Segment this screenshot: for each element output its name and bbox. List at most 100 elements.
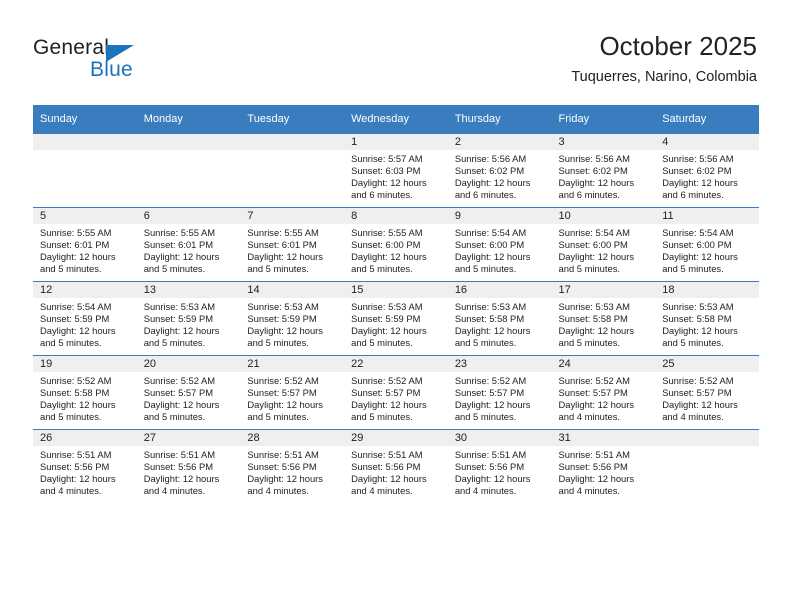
calendar-day-cell[interactable]: 23 Sunrise: 5:52 AM Sunset: 5:57 PM Dayligh… [447, 355, 552, 430]
weekday-header-thursday: Thursday [447, 105, 552, 134]
calendar-week-row: 1 Sunrise: 5:57 AM Sunset: 6:03 PM Daylight… [33, 133, 759, 208]
calendar-day-cell[interactable]: 2 Sunrise: 5:56 AM Sunset: 6:02 PM Daylight… [447, 133, 552, 208]
sunrise-text: Sunrise: 5:56 AM [454, 153, 527, 164]
calendar-day-cell[interactable]: 21 Sunrise: 5:52 AM Sunset: 5:57 PM Dayligh… [240, 355, 345, 430]
calendar-grid: Sunday Monday Tuesday Wednesday Thursday… [33, 105, 759, 503]
calendar-day-cell[interactable]: 16 Sunrise: 5:53 AM Sunset: 5:58 PM Dayligh… [447, 281, 552, 356]
calendar-day-cell[interactable]: 4 Sunrise: 5:56 AM Sunset: 6:02 PM Daylight… [655, 133, 759, 208]
day-number: 28 [240, 430, 345, 446]
sunset-text: Sunset: 5:56 PM [40, 461, 110, 473]
day-details [137, 150, 241, 153]
calendar-day-cell[interactable]: 19 Sunrise: 5:52 AM Sunset: 5:58 PM Dayligh… [33, 355, 137, 430]
day-number: 1 [344, 134, 448, 150]
daylight-text: Daylight: 12 hours and 6 minutes. [454, 177, 531, 201]
sunset-text: Sunset: 5:56 PM [143, 461, 214, 473]
sunrise-text: Sunrise: 5:53 AM [454, 301, 527, 312]
calendar-day-cell[interactable]: 6 Sunrise: 5:55 AM Sunset: 6:01 PM Daylight… [136, 207, 241, 282]
day-details: Sunrise: 5:52 AM Sunset: 5:57 PM Daylight:… [344, 372, 448, 423]
page-title: October 2025 [599, 31, 757, 61]
day-number: 3 [551, 134, 656, 150]
calendar-day-cell[interactable]: 17 Sunrise: 5:53 AM Sunset: 5:58 PM Dayligh… [551, 281, 656, 356]
calendar-day-cell[interactable]: 12 Sunrise: 5:54 AM Sunset: 5:59 PM Dayligh… [33, 281, 137, 356]
daylight-text: Daylight: 12 hours and 5 minutes. [558, 251, 635, 275]
calendar-day-cell[interactable]: 9 Sunrise: 5:54 AM Sunset: 6:00 PM Daylight… [447, 207, 552, 282]
calendar-day-cell[interactable]: 11 Sunrise: 5:54 AM Sunset: 6:00 PM Dayligh… [655, 207, 759, 282]
daylight-text: Daylight: 12 hours and 5 minutes. [247, 399, 323, 423]
calendar-day-cell[interactable]: 31 Sunrise: 5:51 AM Sunset: 5:56 PM Dayligh… [551, 429, 656, 503]
calendar-day-cell[interactable]: 5 Sunrise: 5:55 AM Sunset: 6:01 PM Daylight… [33, 207, 137, 282]
sunset-text: Sunset: 5:57 PM [143, 387, 214, 399]
sunrise-text: Sunrise: 5:51 AM [247, 449, 319, 460]
calendar-week-row: 26 Sunrise: 5:51 AM Sunset: 5:56 PM Dayligh… [33, 429, 759, 503]
day-number: 13 [136, 282, 241, 298]
daylight-text: Daylight: 12 hours and 5 minutes. [662, 325, 738, 349]
calendar-day-cell[interactable]: 29 Sunrise: 5:51 AM Sunset: 5:56 PM Dayligh… [344, 429, 448, 503]
sunset-text: Sunset: 6:00 PM [454, 239, 525, 251]
calendar-day-cell[interactable]: 25 Sunrise: 5:52 AM Sunset: 5:57 PM Dayligh… [655, 355, 759, 430]
calendar-day-cell[interactable]: 10 Sunrise: 5:54 AM Sunset: 6:00 PM Dayligh… [551, 207, 656, 282]
calendar-day-cell[interactable]: 8 Sunrise: 5:55 AM Sunset: 6:00 PM Daylight… [344, 207, 448, 282]
sunrise-text: Sunrise: 5:51 AM [143, 449, 216, 460]
calendar-day-cell[interactable]: 26 Sunrise: 5:51 AM Sunset: 5:56 PM Dayligh… [33, 429, 137, 503]
sunset-text: Sunset: 5:57 PM [351, 387, 421, 399]
sunset-text: Sunset: 6:01 PM [143, 239, 214, 251]
calendar-day-cell[interactable]: 20 Sunrise: 5:52 AM Sunset: 5:57 PM Dayligh… [136, 355, 241, 430]
general-blue-logo[interactable]: General Blue [33, 36, 213, 86]
daylight-text: Daylight: 12 hours and 4 minutes. [40, 473, 116, 497]
day-number: 15 [344, 282, 448, 298]
day-number: 9 [447, 208, 552, 224]
day-details: Sunrise: 5:54 AM Sunset: 5:59 PM Daylight:… [33, 298, 137, 349]
sunrise-text: Sunrise: 5:56 AM [558, 153, 630, 164]
calendar-day-cell[interactable]: 14 Sunrise: 5:53 AM Sunset: 5:59 PM Dayligh… [240, 281, 345, 356]
day-details: Sunrise: 5:53 AM Sunset: 5:58 PM Daylight:… [655, 298, 759, 349]
sunset-text: Sunset: 5:57 PM [662, 387, 732, 399]
day-details: Sunrise: 5:55 AM Sunset: 6:01 PM Daylight:… [33, 224, 137, 275]
day-number: 11 [655, 208, 759, 224]
daylight-text: Daylight: 12 hours and 5 minutes. [247, 325, 323, 349]
day-number: 7 [240, 208, 345, 224]
page-subtitle: Tuquerres, Narino, Colombia [571, 69, 757, 85]
day-number: 20 [136, 356, 241, 372]
day-number: 19 [33, 356, 137, 372]
daylight-text: Daylight: 12 hours and 5 minutes. [351, 399, 427, 423]
sunset-text: Sunset: 5:56 PM [247, 461, 317, 473]
calendar-day-cell[interactable]: 3 Sunrise: 5:56 AM Sunset: 6:02 PM Daylight… [551, 133, 656, 208]
calendar-day-cell[interactable]: 15 Sunrise: 5:53 AM Sunset: 5:59 PM Dayligh… [344, 281, 448, 356]
sunset-text: Sunset: 5:59 PM [351, 313, 421, 325]
sunset-text: Sunset: 6:00 PM [351, 239, 421, 251]
sunrise-text: Sunrise: 5:56 AM [662, 153, 734, 164]
calendar-day-cell[interactable]: 28 Sunrise: 5:51 AM Sunset: 5:56 PM Dayligh… [240, 429, 345, 503]
calendar-day-cell[interactable]: 18 Sunrise: 5:53 AM Sunset: 5:58 PM Dayligh… [655, 281, 759, 356]
calendar-day-cell[interactable]: 1 Sunrise: 5:57 AM Sunset: 6:03 PM Daylight… [344, 133, 448, 208]
calendar-week-row: 12 Sunrise: 5:54 AM Sunset: 5:59 PM Dayligh… [33, 281, 759, 356]
day-number: 10 [551, 208, 656, 224]
sunrise-text: Sunrise: 5:51 AM [558, 449, 630, 460]
day-details: Sunrise: 5:56 AM Sunset: 6:02 PM Daylight:… [552, 150, 656, 201]
day-details [655, 446, 759, 449]
calendar-day-cell[interactable]: 30 Sunrise: 5:51 AM Sunset: 5:56 PM Dayligh… [447, 429, 552, 503]
daylight-text: Daylight: 12 hours and 5 minutes. [454, 251, 531, 275]
day-details: Sunrise: 5:52 AM Sunset: 5:58 PM Daylight:… [33, 372, 137, 423]
sunset-text: Sunset: 6:02 PM [662, 165, 732, 177]
calendar-day-cell[interactable]: 13 Sunrise: 5:53 AM Sunset: 5:59 PM Dayligh… [136, 281, 241, 356]
day-details: Sunrise: 5:53 AM Sunset: 5:59 PM Daylight:… [137, 298, 241, 349]
calendar-day-cell[interactable]: 24 Sunrise: 5:52 AM Sunset: 5:57 PM Dayligh… [551, 355, 656, 430]
calendar-day-cell[interactable]: 27 Sunrise: 5:51 AM Sunset: 5:56 PM Dayligh… [136, 429, 241, 503]
calendar-day-cell[interactable]: 22 Sunrise: 5:52 AM Sunset: 5:57 PM Dayligh… [344, 355, 448, 430]
day-details: Sunrise: 5:52 AM Sunset: 5:57 PM Daylight:… [137, 372, 241, 423]
sunrise-text: Sunrise: 5:55 AM [247, 227, 319, 238]
day-details: Sunrise: 5:55 AM Sunset: 6:00 PM Daylight:… [344, 224, 448, 275]
daylight-text: Daylight: 12 hours and 5 minutes. [662, 251, 738, 275]
sunset-text: Sunset: 6:03 PM [351, 165, 421, 177]
sunset-text: Sunset: 5:59 PM [40, 313, 110, 325]
day-number [240, 134, 345, 150]
daylight-text: Daylight: 12 hours and 5 minutes. [351, 251, 427, 275]
calendar-day-cell[interactable]: 7 Sunrise: 5:55 AM Sunset: 6:01 PM Daylight… [240, 207, 345, 282]
sunrise-text: Sunrise: 5:52 AM [454, 375, 527, 386]
daylight-text: Daylight: 12 hours and 4 minutes. [143, 473, 220, 497]
daylight-text: Daylight: 12 hours and 5 minutes. [40, 399, 116, 423]
daylight-text: Daylight: 12 hours and 4 minutes. [351, 473, 427, 497]
day-number: 31 [551, 430, 656, 446]
sunset-text: Sunset: 5:57 PM [247, 387, 317, 399]
day-number: 8 [344, 208, 448, 224]
